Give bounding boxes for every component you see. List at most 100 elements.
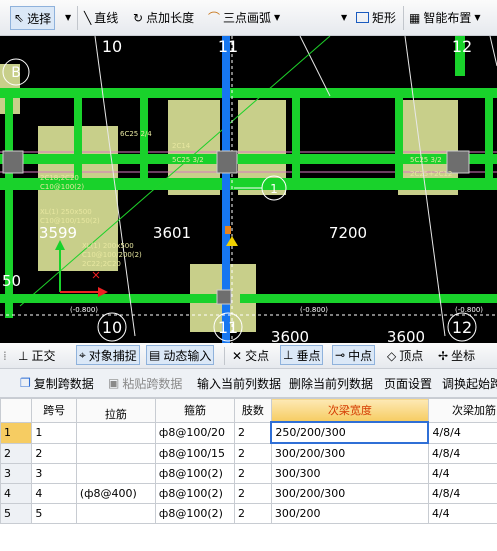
span-cell[interactable]: 3	[31, 463, 77, 484]
grid-label-axis: B	[11, 65, 21, 81]
span-cell[interactable]: 1	[31, 421, 77, 444]
table-row[interactable]: 2 2 ф8@100/15 2 300/200/300 4/8/4	[0, 442, 497, 464]
tie-cell[interactable]	[75, 503, 156, 524]
grid-label-top: 12	[452, 37, 472, 56]
tie-cell[interactable]	[75, 442, 156, 464]
dimension-text: 3601	[153, 224, 191, 242]
annotation: C10@100(2)	[40, 183, 84, 191]
drawing-svg: 10 11 12 B 10 11 12 3599 3601 7200 3600 …	[0, 36, 497, 343]
width-cell[interactable]: 300/200/300	[270, 483, 429, 504]
vertex-icon: ◇	[387, 348, 397, 363]
drawing-canvas[interactable]: 10 11 12 B 10 11 12 3599 3601 7200 3600 …	[0, 36, 497, 343]
stirrup-cell[interactable]: ф8@100(2)	[154, 503, 236, 524]
grid-label-bottom: 12	[452, 318, 472, 337]
row-number: 4	[0, 483, 33, 504]
paste-span-button[interactable]: ▣ 粘贴跨数据	[108, 369, 182, 397]
table-row[interactable]: 5 5 ф8@100(2) 2 300/200 4/4	[0, 503, 497, 524]
table-row[interactable]: 3 3 ф8@100(2) 2 300/300 4/4	[0, 463, 497, 484]
dimension-text: 3600	[387, 328, 425, 343]
span-data-toolbar: ❐ 复制跨数据 ▣ 粘贴跨数据 输入当前列数据 删除当前列数据 页面设置 调换起…	[0, 369, 497, 398]
width-cell[interactable]: 300/300	[270, 463, 429, 484]
smart-layout-button[interactable]: ▦ 智能布置 ▼	[409, 0, 481, 35]
tie-cell[interactable]	[75, 421, 156, 444]
rebar-cell[interactable]: 4/8/4	[427, 483, 497, 504]
width-cell[interactable]: 300/200	[270, 503, 429, 524]
perpendicular-snap[interactable]: ⊥ 垂点	[280, 345, 324, 365]
coordinate-snap[interactable]: ✢ 坐标	[438, 343, 475, 368]
legs-cell[interactable]: 2	[234, 442, 272, 464]
rebar-cell[interactable]: 4/8/4	[427, 442, 497, 464]
three-point-arc-button[interactable]: ⌒ 三点画弧 ▼	[208, 0, 280, 35]
vertex-snap[interactable]: ◇ 顶点	[387, 343, 423, 368]
delete-column-button[interactable]: 删除当前列数据	[289, 369, 373, 397]
span-cell[interactable]: 5	[31, 503, 77, 524]
midpoint-snap[interactable]: ⊸ 中点	[332, 345, 376, 365]
span-cell[interactable]: 2	[31, 442, 77, 464]
column-header[interactable]: 次梁加筋	[427, 398, 497, 423]
table-row[interactable]: 4 4 (ф8@400) ф8@100(2) 2 300/200/300 4/8…	[0, 483, 497, 504]
column-header[interactable]: 跨号	[31, 398, 77, 423]
stirrup-cell[interactable]: ф8@100(2)	[154, 483, 236, 504]
table-header-row: 跨号 拉筋 箍筋 肢数 次梁宽度 次梁加筋	[0, 398, 497, 423]
input-column-button[interactable]: 输入当前列数据	[197, 369, 281, 397]
annotation: 5C25 3/2	[172, 156, 204, 164]
select-button[interactable]: ⇖ 选择	[10, 6, 56, 30]
annotation: 2C22;2C20	[82, 260, 121, 268]
column	[216, 150, 238, 174]
annotation: C10@100/150(2)	[40, 217, 100, 225]
rebar-cell[interactable]: 4/4	[427, 463, 497, 484]
grid-label-top: 10	[102, 37, 122, 56]
chevron-down-icon: ▼	[474, 13, 481, 22]
point-extend-button[interactable]: ↻ 点加长度	[133, 0, 194, 35]
point-extend-icon: ↻	[133, 10, 144, 25]
object-snap-toggle[interactable]: ⌖ 对象捕捉	[76, 345, 140, 365]
dynamic-input-icon: ▤	[149, 348, 161, 362]
grid-label-bottom: 10	[102, 318, 122, 337]
column	[2, 150, 24, 174]
annotation: (-0.800)	[70, 306, 98, 314]
copy-span-button[interactable]: ❐ 复制跨数据	[20, 369, 94, 397]
rectangle-button[interactable]: 矩形	[356, 0, 396, 35]
column-header[interactable]: 箍筋	[154, 398, 236, 423]
stirrup-cell[interactable]: ф8@100/20	[154, 421, 236, 444]
rebar-cell[interactable]: 4/8/4	[427, 421, 497, 444]
legs-cell[interactable]: 2	[234, 503, 272, 524]
row-number: 2	[0, 442, 33, 464]
table-row[interactable]: 1 1 ф8@100/20 2 250/200/300 4/8/4	[0, 421, 497, 444]
stirrup-cell[interactable]: ф8@100/15	[154, 442, 236, 464]
legs-cell[interactable]: 2	[234, 463, 272, 484]
column-header[interactable]: 拉筋	[75, 398, 156, 423]
grip-handle[interactable]: ⁞	[3, 343, 7, 368]
intersection-snap[interactable]: ✕ 交点	[232, 343, 269, 368]
coordinate-icon: ✢	[438, 348, 449, 363]
column-header[interactable]: 肢数	[234, 398, 272, 423]
ortho-toggle[interactable]: ⊥ 正交	[18, 343, 55, 368]
annotation: 2C18;2C20	[40, 174, 79, 182]
width-cell[interactable]: 300/200/300	[270, 442, 429, 464]
corner-cell	[0, 398, 33, 423]
legs-cell[interactable]: 2	[234, 483, 272, 504]
drawing-toolbar: ⇖ 选择 ▼ ╲ 直线 ↻ 点加长度 ⌒ 三点画弧 ▼ ▼ 矩形 ▦ 智能布置 …	[0, 0, 497, 36]
chevron-down-icon: ▼	[65, 13, 72, 22]
stirrup-cell[interactable]: ф8@100(2)	[154, 463, 236, 484]
select-dropdown[interactable]: ▼	[62, 0, 71, 35]
page-setup-button[interactable]: 页面设置	[384, 369, 432, 397]
width-cell[interactable]: 250/200/300	[270, 421, 430, 444]
tie-cell[interactable]: (ф8@400)	[75, 483, 156, 504]
legs-cell[interactable]: 2	[234, 421, 272, 444]
tie-cell[interactable]	[75, 463, 156, 484]
line-button[interactable]: ╲ 直线	[84, 0, 118, 35]
column-header-active[interactable]: 次梁宽度	[270, 398, 429, 423]
slab-line	[299, 36, 331, 97]
rect-dropdown[interactable]: ▼	[338, 0, 347, 35]
dimension-text: 7200	[329, 224, 367, 242]
span-cell[interactable]: 4	[31, 483, 77, 504]
dynamic-input-toggle[interactable]: ▤ 动态输入	[146, 345, 215, 365]
line-icon: ╲	[84, 10, 92, 25]
rebar-cell[interactable]: 4/4	[427, 503, 497, 524]
annotation: C10@100/200(2)	[82, 251, 142, 259]
adjust-start-span-button[interactable]: 调换起始跨	[442, 369, 497, 397]
span-data-grid: 跨号 拉筋 箍筋 肢数 次梁宽度 次梁加筋 1 1 ф8@100/20 2 25…	[0, 398, 497, 551]
snap-toolbar: ⁞ ⊥ 正交 ⌖ 对象捕捉 ▤ 动态输入 ✕ 交点 ⊥ 垂点 ⊸ 中点 ◇ 顶点…	[0, 343, 497, 369]
annotation: (-0.800)	[455, 306, 483, 314]
